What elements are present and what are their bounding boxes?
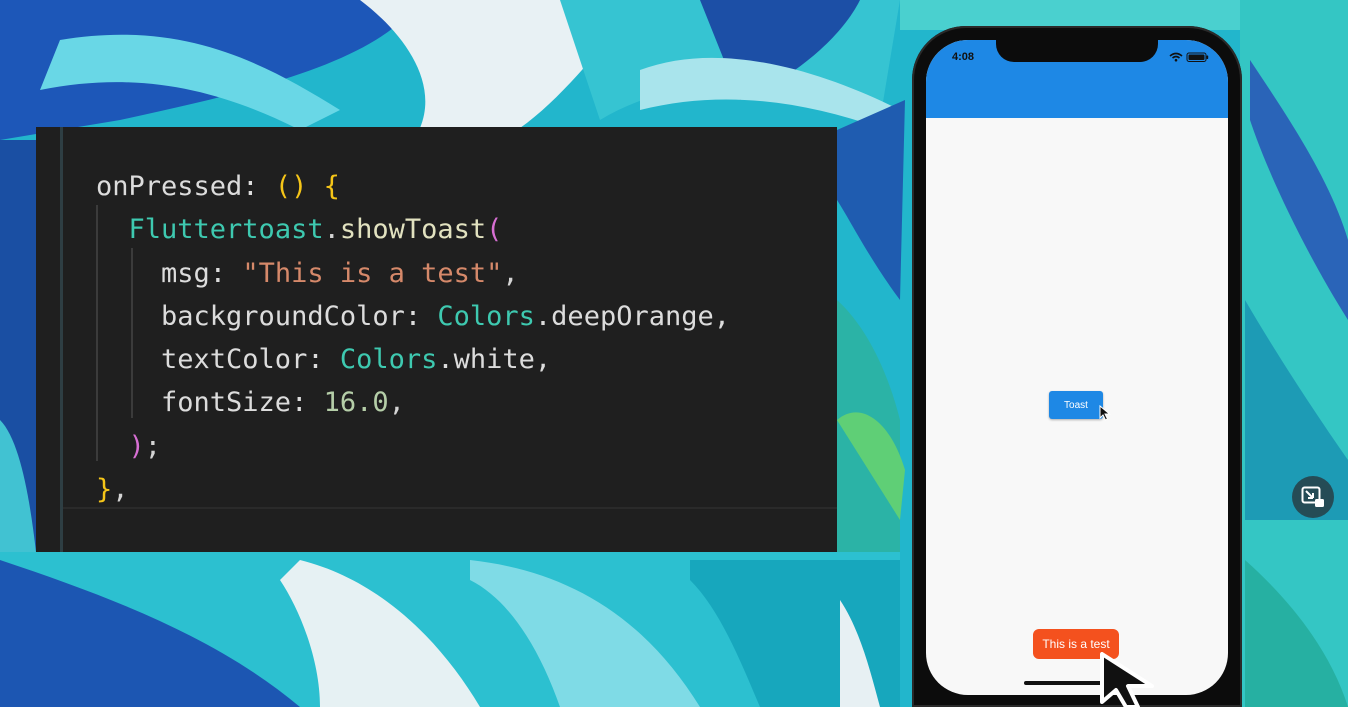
code-block: onPressed: () { Fluttertoast.showToast( … bbox=[96, 165, 730, 511]
code-line: }, bbox=[96, 468, 730, 511]
phone-screen: 4:08 Toast This is a test bbox=[926, 40, 1228, 695]
code-token: ; bbox=[144, 430, 162, 462]
status-icons bbox=[1169, 52, 1209, 62]
code-token: .white, bbox=[437, 344, 552, 376]
code-line: Fluttertoast.showToast( bbox=[96, 208, 730, 251]
code-token: () bbox=[274, 171, 308, 202]
code-line: msg: "This is a test", bbox=[96, 252, 730, 295]
code-line: ); bbox=[96, 425, 730, 468]
code-token: "This is a test" bbox=[242, 257, 503, 289]
code-token: { bbox=[323, 171, 340, 202]
code-line: textColor: Colors.white, bbox=[96, 338, 730, 381]
code-token: } bbox=[96, 474, 113, 506]
large-mouse-cursor-icon bbox=[1100, 652, 1154, 707]
code-token: , bbox=[112, 474, 129, 506]
code-token: , bbox=[502, 257, 519, 289]
picture-in-picture-button[interactable] bbox=[1292, 476, 1334, 518]
code-token: onPressed: bbox=[96, 171, 275, 202]
gutter-line bbox=[60, 127, 63, 552]
code-token: textColor: bbox=[96, 344, 340, 376]
phone-notch bbox=[996, 40, 1158, 62]
code-token: backgroundColor: bbox=[96, 300, 438, 332]
code-line: onPressed: () { bbox=[96, 165, 730, 208]
code-token: Colors bbox=[339, 344, 438, 376]
code-token: . bbox=[323, 214, 340, 246]
phone-frame: 4:08 Toast This is a test bbox=[912, 26, 1242, 707]
code-token: Fluttertoast bbox=[128, 214, 324, 246]
code-token: fontSize: bbox=[96, 387, 324, 419]
status-time: 4:08 bbox=[952, 51, 975, 63]
code-token: ( bbox=[486, 214, 503, 246]
code-line: backgroundColor: Colors.deepOrange, bbox=[96, 295, 730, 338]
wifi-icon bbox=[1169, 52, 1183, 62]
mouse-cursor-icon bbox=[1099, 405, 1111, 421]
code-token: .deepOrange, bbox=[534, 300, 730, 332]
picture-in-picture-icon bbox=[1301, 486, 1324, 507]
code-token: ) bbox=[128, 430, 145, 462]
toast-button[interactable]: Toast bbox=[1049, 391, 1103, 419]
code-token: 16.0 bbox=[323, 387, 389, 419]
code-line: fontSize: 16.0, bbox=[96, 381, 730, 424]
battery-icon bbox=[1186, 52, 1209, 62]
code-token: Colors bbox=[437, 300, 535, 332]
code-snippet-panel: onPressed: () { Fluttertoast.showToast( … bbox=[36, 127, 837, 552]
code-token: msg: bbox=[96, 257, 243, 289]
code-token: , bbox=[388, 387, 405, 419]
code-token: showToast bbox=[339, 214, 487, 246]
